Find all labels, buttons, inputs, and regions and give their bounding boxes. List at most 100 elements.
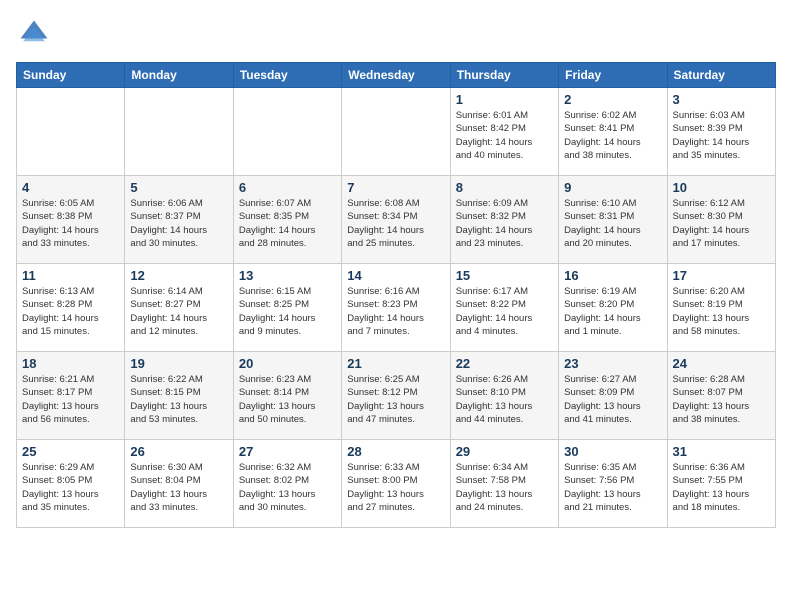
- day-info: Sunrise: 6:27 AM Sunset: 8:09 PM Dayligh…: [564, 373, 661, 426]
- day-info: Sunrise: 6:09 AM Sunset: 8:32 PM Dayligh…: [456, 197, 553, 250]
- calendar-week-4: 18 Sunrise: 6:21 AM Sunset: 8:17 PM Dayli…: [17, 352, 776, 440]
- day-number: 11: [22, 268, 119, 283]
- day-number: 18: [22, 356, 119, 371]
- calendar-cell: 8 Sunrise: 6:09 AM Sunset: 8:32 PM Daylig…: [450, 176, 558, 264]
- weekday-header-saturday: Saturday: [667, 63, 775, 88]
- calendar-cell: 30 Sunrise: 6:35 AM Sunset: 7:56 PM Dayli…: [559, 440, 667, 528]
- day-info: Sunrise: 6:36 AM Sunset: 7:55 PM Dayligh…: [673, 461, 770, 514]
- day-number: 17: [673, 268, 770, 283]
- day-number: 24: [673, 356, 770, 371]
- day-info: Sunrise: 6:03 AM Sunset: 8:39 PM Dayligh…: [673, 109, 770, 162]
- day-number: 13: [239, 268, 336, 283]
- calendar-cell: 3 Sunrise: 6:03 AM Sunset: 8:39 PM Daylig…: [667, 88, 775, 176]
- calendar-cell: 31 Sunrise: 6:36 AM Sunset: 7:55 PM Dayli…: [667, 440, 775, 528]
- calendar-cell: 15 Sunrise: 6:17 AM Sunset: 8:22 PM Dayli…: [450, 264, 558, 352]
- calendar-cell: 27 Sunrise: 6:32 AM Sunset: 8:02 PM Dayli…: [233, 440, 341, 528]
- calendar-week-2: 4Sunrise: 6:05 AM Sunset: 8:38 PM Daylig…: [17, 176, 776, 264]
- day-info: Sunrise: 6:16 AM Sunset: 8:23 PM Dayligh…: [347, 285, 444, 338]
- calendar-cell: [233, 88, 341, 176]
- calendar-cell: [17, 88, 125, 176]
- day-info: Sunrise: 6:10 AM Sunset: 8:31 PM Dayligh…: [564, 197, 661, 250]
- calendar-week-1: 1 Sunrise: 6:01 AM Sunset: 8:42 PM Daylig…: [17, 88, 776, 176]
- day-info: Sunrise: 6:01 AM Sunset: 8:42 PM Dayligh…: [456, 109, 553, 162]
- calendar-cell: 28 Sunrise: 6:33 AM Sunset: 8:00 PM Dayli…: [342, 440, 450, 528]
- day-info: Sunrise: 6:08 AM Sunset: 8:34 PM Dayligh…: [347, 197, 444, 250]
- day-info: Sunrise: 6:19 AM Sunset: 8:20 PM Dayligh…: [564, 285, 661, 338]
- day-info: Sunrise: 6:34 AM Sunset: 7:58 PM Dayligh…: [456, 461, 553, 514]
- weekday-header-tuesday: Tuesday: [233, 63, 341, 88]
- day-info: Sunrise: 6:26 AM Sunset: 8:10 PM Dayligh…: [456, 373, 553, 426]
- day-info: Sunrise: 6:07 AM Sunset: 8:35 PM Dayligh…: [239, 197, 336, 250]
- calendar-cell: [125, 88, 233, 176]
- calendar-week-5: 25 Sunrise: 6:29 AM Sunset: 8:05 PM Dayli…: [17, 440, 776, 528]
- calendar-table: SundayMondayTuesdayWednesdayThursdayFrid…: [16, 62, 776, 528]
- calendar-cell: 16Sunrise: 6:19 AM Sunset: 8:20 PM Dayli…: [559, 264, 667, 352]
- weekday-header-sunday: Sunday: [17, 63, 125, 88]
- weekday-header-monday: Monday: [125, 63, 233, 88]
- calendar-cell: 4Sunrise: 6:05 AM Sunset: 8:38 PM Daylig…: [17, 176, 125, 264]
- calendar-cell: 5 Sunrise: 6:06 AM Sunset: 8:37 PM Daylig…: [125, 176, 233, 264]
- day-number: 31: [673, 444, 770, 459]
- calendar-cell: 13 Sunrise: 6:15 AM Sunset: 8:25 PM Dayli…: [233, 264, 341, 352]
- day-number: 5: [130, 180, 227, 195]
- calendar-cell: 24 Sunrise: 6:28 AM Sunset: 8:07 PM Dayli…: [667, 352, 775, 440]
- calendar-cell: 20 Sunrise: 6:23 AM Sunset: 8:14 PM Dayli…: [233, 352, 341, 440]
- day-info: Sunrise: 6:12 AM Sunset: 8:30 PM Dayligh…: [673, 197, 770, 250]
- page-header: [16, 16, 776, 52]
- calendar-cell: 11 Sunrise: 6:13 AM Sunset: 8:28 PM Dayli…: [17, 264, 125, 352]
- weekday-header-thursday: Thursday: [450, 63, 558, 88]
- day-info: Sunrise: 6:33 AM Sunset: 8:00 PM Dayligh…: [347, 461, 444, 514]
- day-number: 29: [456, 444, 553, 459]
- calendar-cell: 7 Sunrise: 6:08 AM Sunset: 8:34 PM Daylig…: [342, 176, 450, 264]
- day-info: Sunrise: 6:23 AM Sunset: 8:14 PM Dayligh…: [239, 373, 336, 426]
- calendar-cell: 10 Sunrise: 6:12 AM Sunset: 8:30 PM Dayli…: [667, 176, 775, 264]
- day-number: 25: [22, 444, 119, 459]
- day-number: 15: [456, 268, 553, 283]
- day-info: Sunrise: 6:35 AM Sunset: 7:56 PM Dayligh…: [564, 461, 661, 514]
- day-number: 12: [130, 268, 227, 283]
- day-number: 10: [673, 180, 770, 195]
- day-number: 20: [239, 356, 336, 371]
- weekday-header-friday: Friday: [559, 63, 667, 88]
- calendar-cell: 29 Sunrise: 6:34 AM Sunset: 7:58 PM Dayli…: [450, 440, 558, 528]
- calendar-cell: 2Sunrise: 6:02 AM Sunset: 8:41 PM Daylig…: [559, 88, 667, 176]
- day-number: 26: [130, 444, 227, 459]
- day-number: 9: [564, 180, 661, 195]
- day-info: Sunrise: 6:25 AM Sunset: 8:12 PM Dayligh…: [347, 373, 444, 426]
- calendar-cell: 18 Sunrise: 6:21 AM Sunset: 8:17 PM Dayli…: [17, 352, 125, 440]
- day-number: 3: [673, 92, 770, 107]
- calendar-cell: 23 Sunrise: 6:27 AM Sunset: 8:09 PM Dayli…: [559, 352, 667, 440]
- day-number: 21: [347, 356, 444, 371]
- day-info: Sunrise: 6:02 AM Sunset: 8:41 PM Dayligh…: [564, 109, 661, 162]
- day-info: Sunrise: 6:21 AM Sunset: 8:17 PM Dayligh…: [22, 373, 119, 426]
- day-number: 14: [347, 268, 444, 283]
- day-info: Sunrise: 6:29 AM Sunset: 8:05 PM Dayligh…: [22, 461, 119, 514]
- logo-icon: [16, 16, 52, 52]
- calendar-header-row: SundayMondayTuesdayWednesdayThursdayFrid…: [17, 63, 776, 88]
- day-number: 4: [22, 180, 119, 195]
- calendar-cell: 6Sunrise: 6:07 AM Sunset: 8:35 PM Daylig…: [233, 176, 341, 264]
- calendar-cell: 1 Sunrise: 6:01 AM Sunset: 8:42 PM Daylig…: [450, 88, 558, 176]
- day-info: Sunrise: 6:28 AM Sunset: 8:07 PM Dayligh…: [673, 373, 770, 426]
- calendar-cell: 22Sunrise: 6:26 AM Sunset: 8:10 PM Dayli…: [450, 352, 558, 440]
- day-number: 8: [456, 180, 553, 195]
- calendar-cell: 9 Sunrise: 6:10 AM Sunset: 8:31 PM Daylig…: [559, 176, 667, 264]
- day-info: Sunrise: 6:13 AM Sunset: 8:28 PM Dayligh…: [22, 285, 119, 338]
- day-number: 28: [347, 444, 444, 459]
- day-number: 27: [239, 444, 336, 459]
- day-number: 7: [347, 180, 444, 195]
- day-info: Sunrise: 6:30 AM Sunset: 8:04 PM Dayligh…: [130, 461, 227, 514]
- calendar-cell: 25 Sunrise: 6:29 AM Sunset: 8:05 PM Dayli…: [17, 440, 125, 528]
- day-info: Sunrise: 6:20 AM Sunset: 8:19 PM Dayligh…: [673, 285, 770, 338]
- day-number: 23: [564, 356, 661, 371]
- day-info: Sunrise: 6:22 AM Sunset: 8:15 PM Dayligh…: [130, 373, 227, 426]
- day-info: Sunrise: 6:17 AM Sunset: 8:22 PM Dayligh…: [456, 285, 553, 338]
- day-info: Sunrise: 6:15 AM Sunset: 8:25 PM Dayligh…: [239, 285, 336, 338]
- day-number: 1: [456, 92, 553, 107]
- day-info: Sunrise: 6:14 AM Sunset: 8:27 PM Dayligh…: [130, 285, 227, 338]
- day-info: Sunrise: 6:32 AM Sunset: 8:02 PM Dayligh…: [239, 461, 336, 514]
- day-info: Sunrise: 6:06 AM Sunset: 8:37 PM Dayligh…: [130, 197, 227, 250]
- day-number: 30: [564, 444, 661, 459]
- calendar-cell: 19 Sunrise: 6:22 AM Sunset: 8:15 PM Dayli…: [125, 352, 233, 440]
- day-number: 19: [130, 356, 227, 371]
